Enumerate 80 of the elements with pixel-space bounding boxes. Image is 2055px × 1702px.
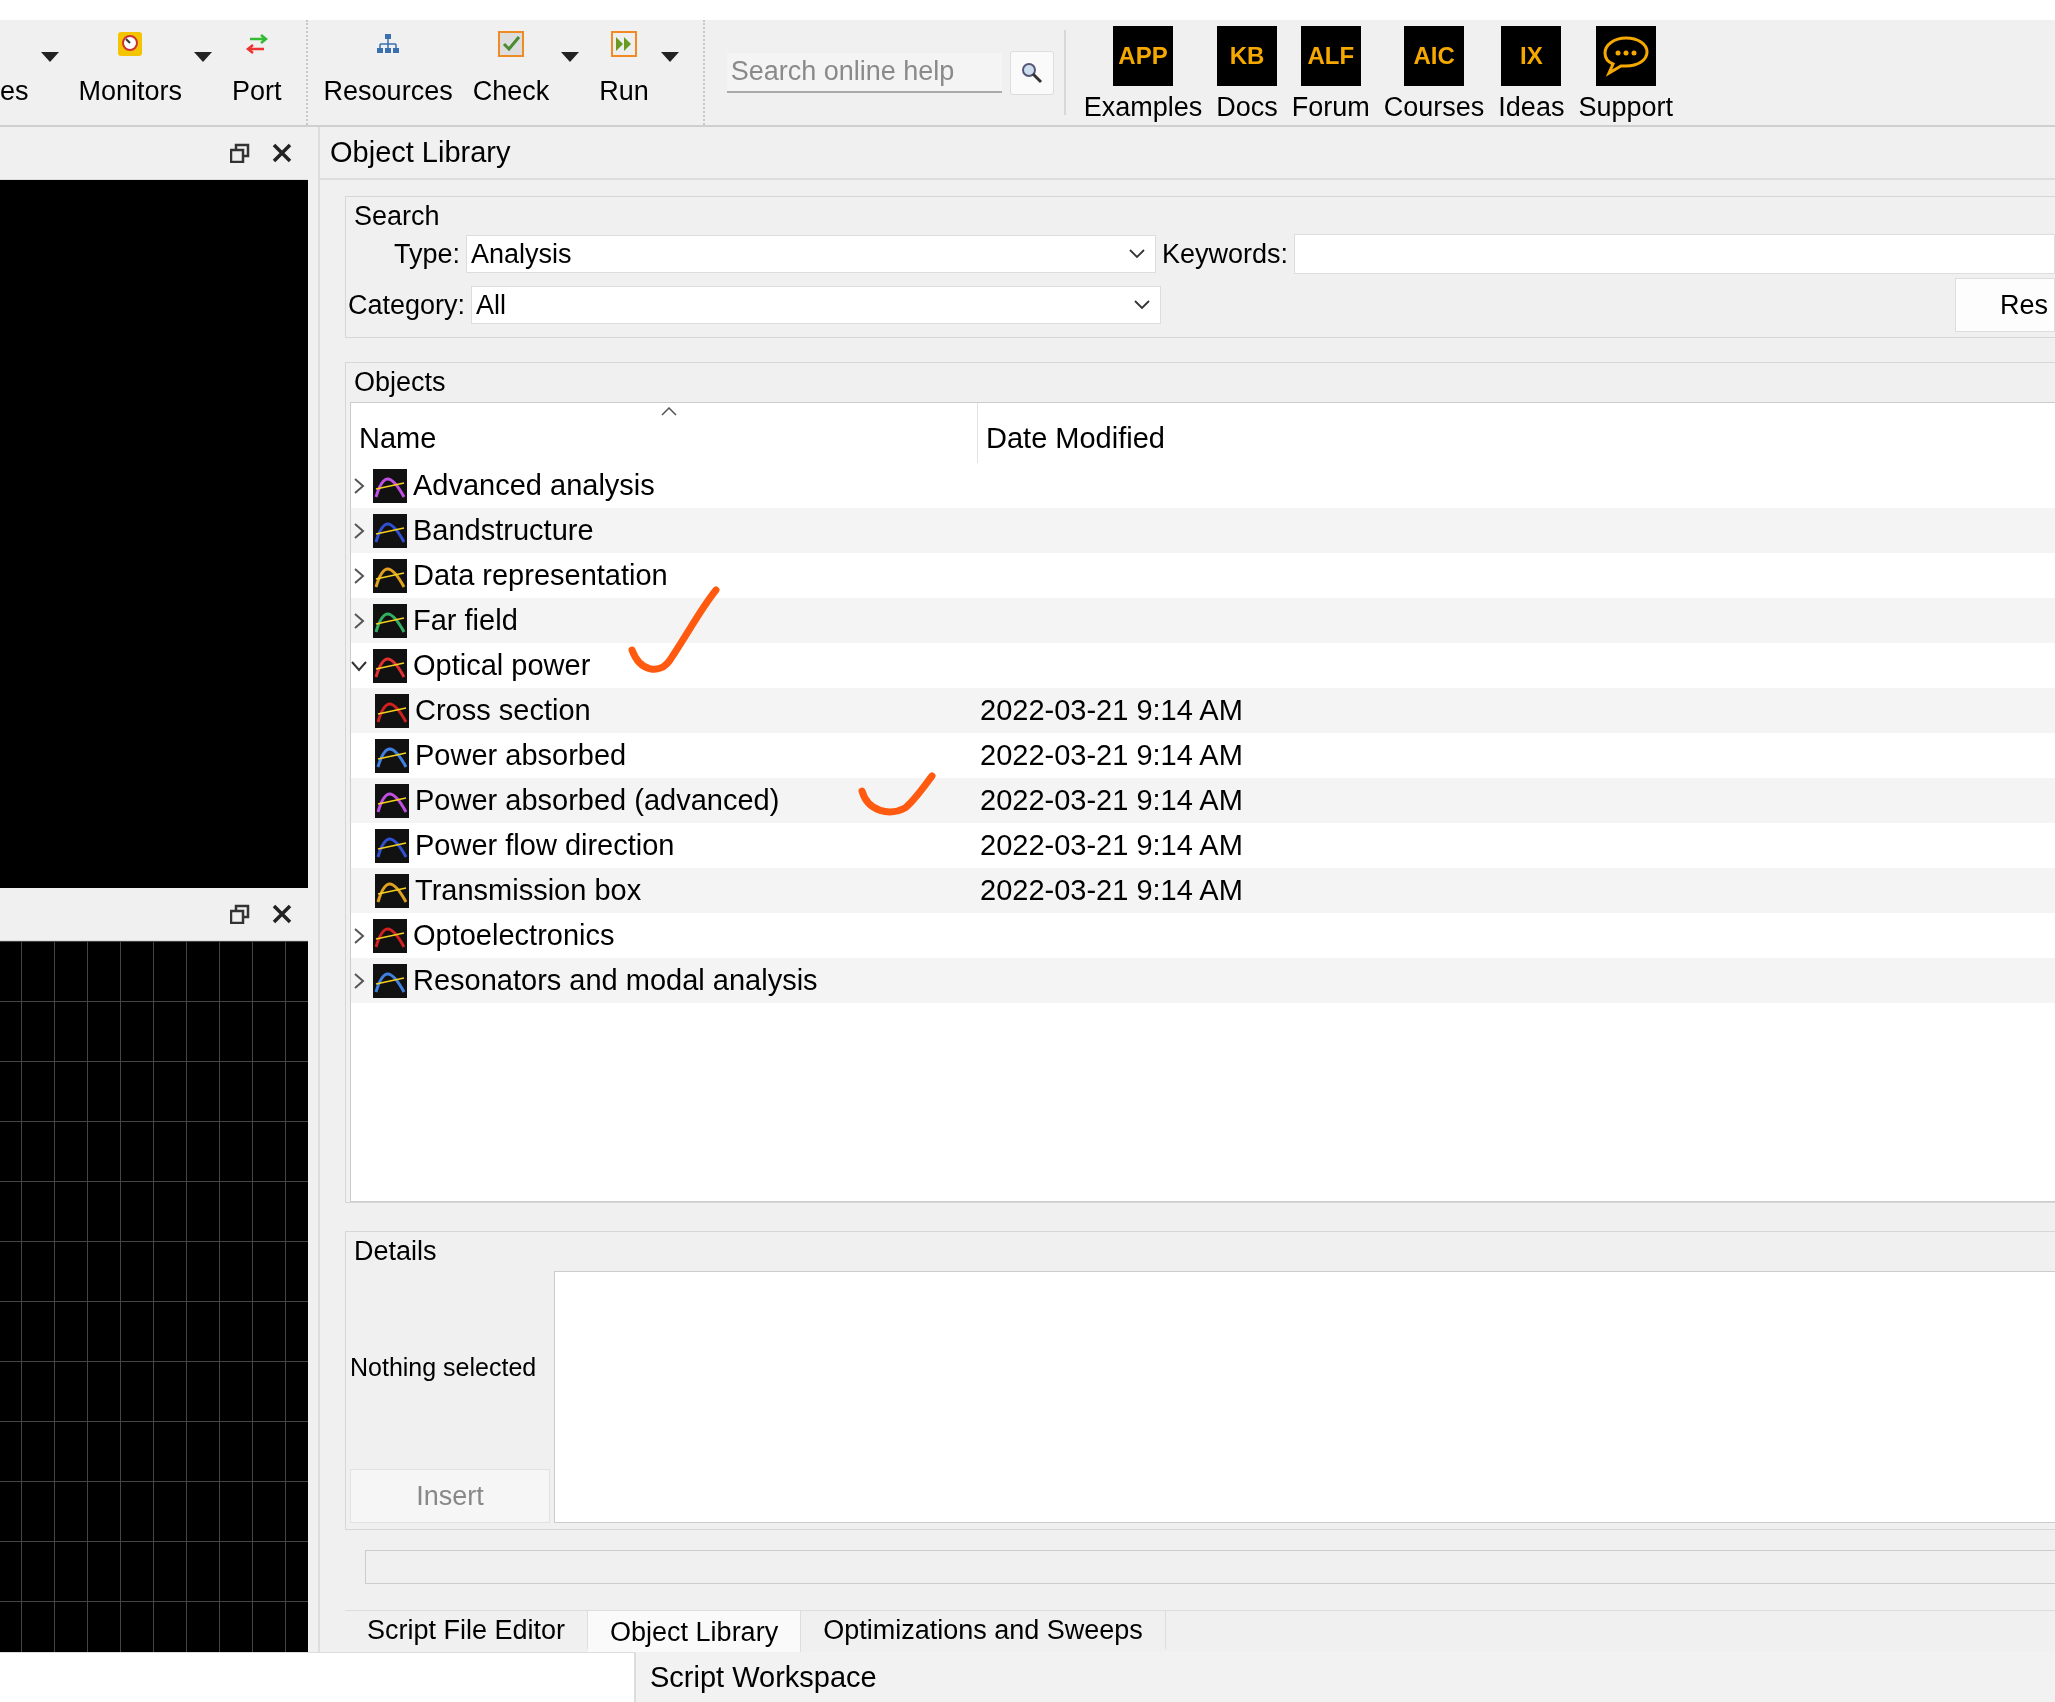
- toolbar-button[interactable]: Monitors: [72, 20, 219, 125]
- thumbnail-icon: [375, 693, 409, 728]
- keywords-field[interactable]: [1294, 234, 2055, 274]
- toolbar-button[interactable]: Port: [226, 20, 288, 125]
- toolbar-button[interactable]: Resources: [317, 20, 459, 125]
- tree-item[interactable]: Optical power: [413, 649, 591, 682]
- toolbar-button[interactable]: Run: [593, 20, 685, 125]
- toolbar-button[interactable]: Check: [466, 20, 586, 125]
- field-label: Keywords:: [1162, 238, 1289, 270]
- date-cell-text: 2022-03-21 9:14 AM: [979, 694, 1243, 727]
- restore-icon[interactable]: [230, 904, 250, 924]
- dropdown-arrow-icon[interactable]: [194, 52, 213, 62]
- tree-item[interactable]: Advanced analysis: [413, 469, 655, 502]
- thumbnail-icon: [373, 648, 407, 683]
- toolbar-link[interactable]: APP Examples: [1083, 26, 1203, 123]
- thumbnail-icon: [375, 738, 409, 773]
- logo-badge: IX: [1501, 26, 1562, 86]
- thumbnail-icon: [375, 783, 409, 818]
- logo-badge: AIC: [1404, 26, 1465, 86]
- type-dropdown[interactable]: Analysis: [466, 235, 1157, 273]
- tree-item[interactable]: Power absorbed: [415, 739, 627, 772]
- category-dropdown[interactable]: All: [471, 286, 1162, 324]
- thumbnail-icon: [373, 963, 407, 998]
- search-field[interactable]: Search online help: [726, 52, 1002, 93]
- logo-badge: APP: [1113, 26, 1173, 86]
- tree-item[interactable]: Bandstructure: [413, 514, 594, 547]
- dropdown-arrow-icon[interactable]: [561, 52, 580, 62]
- group-title: Objects: [353, 366, 447, 398]
- tab[interactable]: Object Library: [588, 1611, 802, 1653]
- tree-item[interactable]: Transmission box: [415, 874, 642, 907]
- group-title: Search: [353, 200, 441, 232]
- search-icon: [1019, 60, 1044, 85]
- toolbar-link[interactable]: AIC Courses: [1383, 26, 1485, 123]
- date-cell-text: 2022-03-21 9:14 AM: [979, 874, 1243, 907]
- thumbnail-icon: [373, 558, 407, 593]
- toolbar-button[interactable]: es: [0, 20, 65, 125]
- close-icon[interactable]: [272, 143, 292, 163]
- panel-title: Script Workspace: [650, 1660, 877, 1694]
- tree-item[interactable]: Far field: [413, 604, 518, 637]
- toolbar-link[interactable]: ALF Forum: [1291, 26, 1370, 123]
- thumbnail-icon: [373, 513, 407, 548]
- tree-item[interactable]: Power absorbed (advanced): [415, 784, 780, 817]
- gauge-icon: [117, 31, 144, 57]
- checkbox-icon: [497, 31, 524, 57]
- fast-forward-icon: [610, 31, 637, 57]
- close-icon[interactable]: [272, 904, 292, 924]
- thumbnail-icon: [373, 603, 407, 638]
- dropdown-arrow-icon[interactable]: [660, 52, 679, 62]
- thumbnail-icon: [375, 873, 409, 908]
- logo-badge: ALF: [1300, 26, 1361, 86]
- sort-caret-icon: [661, 407, 677, 416]
- thumbnail-icon: [373, 468, 407, 503]
- tree-item[interactable]: Resonators and modal analysis: [413, 964, 818, 997]
- restore-icon[interactable]: [230, 143, 250, 163]
- tree-item[interactable]: Optoelectronics: [413, 919, 615, 952]
- logo-badge: KB: [1217, 26, 1277, 86]
- date-cell-text: 2022-03-21 9:14 AM: [979, 784, 1243, 817]
- chevron-down-icon: [1129, 249, 1146, 259]
- status-text: Nothing selected: [350, 1353, 538, 1382]
- reset-button[interactable]: Res: [1955, 278, 2055, 332]
- thumbnail-icon: [373, 918, 407, 953]
- panel-title: Object Library: [330, 136, 511, 169]
- toolbar-link[interactable]: Support: [1578, 26, 1673, 123]
- dropdown-arrow-icon[interactable]: [40, 52, 59, 62]
- thumbnail-icon: [375, 828, 409, 863]
- field-label: Type:: [394, 238, 461, 270]
- column-header[interactable]: Name: [351, 403, 977, 463]
- tree-item[interactable]: Data representation: [413, 559, 668, 592]
- chevron-down-icon: [1134, 300, 1151, 310]
- date-cell-text: 2022-03-21 9:14 AM: [979, 829, 1243, 862]
- date-cell-text: 2022-03-21 9:14 AM: [979, 739, 1243, 772]
- group-title: Details: [353, 1235, 438, 1267]
- tree-item[interactable]: Power flow direction: [415, 829, 675, 862]
- toolbar-link[interactable]: KB Docs: [1216, 26, 1278, 123]
- toolbar-link[interactable]: IX Ideas: [1498, 26, 1565, 123]
- hierarchy-icon: [375, 33, 402, 55]
- chat-icon: [1595, 26, 1656, 86]
- field-label: Category:: [348, 289, 466, 321]
- tree-item[interactable]: Cross section: [415, 694, 591, 727]
- search-button[interactable]: [1009, 50, 1054, 95]
